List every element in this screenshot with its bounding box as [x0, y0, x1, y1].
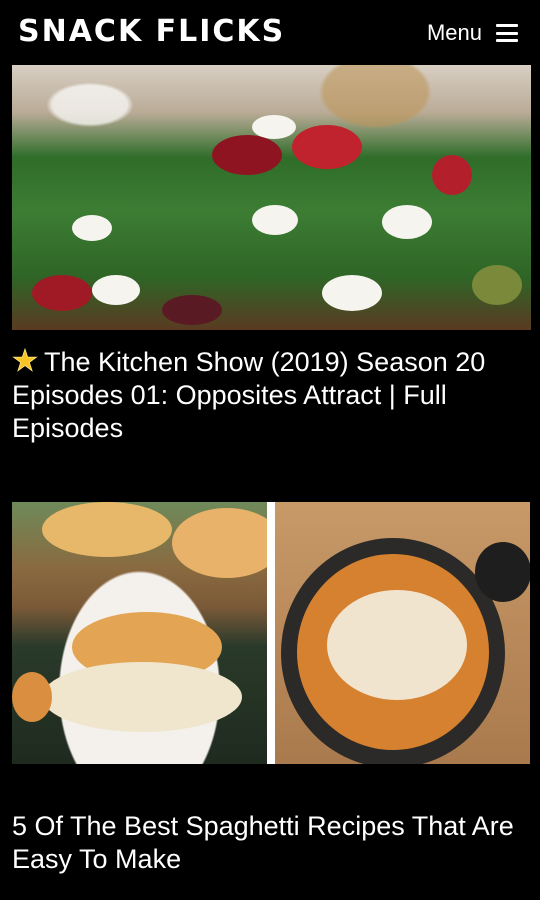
article-1-title[interactable]: The Kitchen Show (2019) Season 20 Episod… [12, 346, 528, 445]
image-divider [267, 502, 275, 764]
article-2-title[interactable]: 5 Of The Best Spaghetti Recipes That Are… [12, 810, 528, 876]
star-icon [12, 348, 38, 372]
article-1-title-text: The Kitchen Show (2019) Season 20 Episod… [12, 347, 486, 443]
menu-label: Menu [426, 20, 482, 45]
menu-button[interactable]: Menu [427, 18, 518, 48]
site-logo[interactable]: SNACK FLICKS [18, 14, 285, 50]
article-1-thumbnail[interactable] [12, 65, 531, 330]
article-2-thumbnail-left[interactable] [12, 502, 267, 764]
hamburger-icon [496, 24, 518, 42]
article-2-thumbnail-right[interactable] [275, 502, 530, 764]
app-header: SNACK FLICKS Menu [0, 0, 540, 66]
